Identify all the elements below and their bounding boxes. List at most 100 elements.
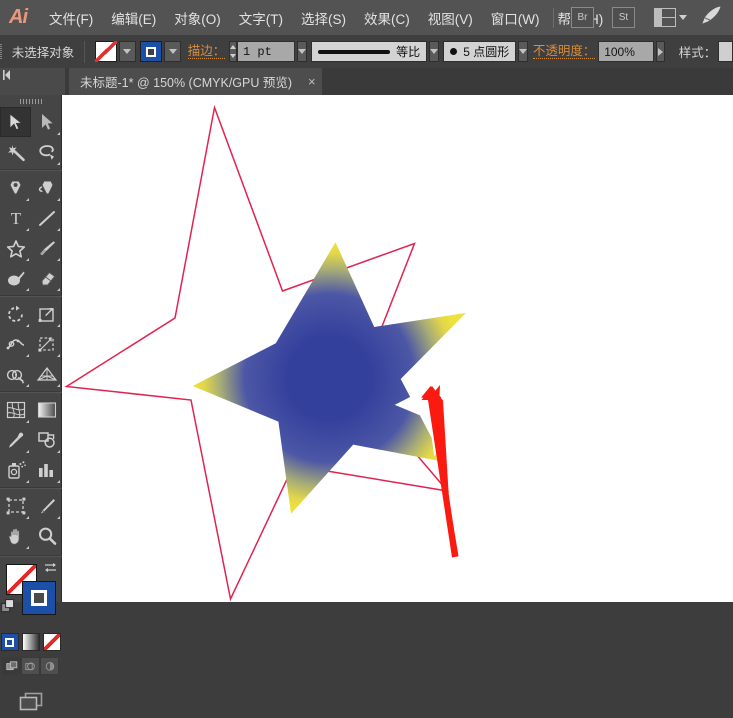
artboard-canvas[interactable]	[62, 95, 733, 602]
fill-swatch-dropdown[interactable]	[119, 41, 136, 62]
color-mode-button[interactable]	[1, 633, 19, 651]
menu-object[interactable]: 对象(O)	[165, 0, 230, 35]
mesh-tool[interactable]	[0, 395, 31, 425]
eraser-tool[interactable]	[31, 263, 62, 293]
draw-behind-button[interactable]	[21, 657, 40, 675]
menu-type[interactable]: 文字(T)	[230, 0, 292, 35]
stroke-weight-stepper[interactable]	[229, 41, 237, 62]
brush-definition-dropdown[interactable]	[518, 41, 528, 62]
control-bar: 未选择对象 描边： 1 pt 等比 5 点圆形	[0, 35, 733, 69]
opacity-input[interactable]: 100%	[598, 41, 654, 62]
gradient-tool[interactable]	[31, 395, 62, 425]
curvature-pen-tool[interactable]	[31, 173, 62, 203]
menu-divider	[553, 8, 554, 28]
chevron-down-icon	[169, 49, 177, 54]
stepper-down-icon	[230, 54, 236, 58]
zoom-tool[interactable]	[31, 521, 62, 551]
app-logo: Ai	[0, 0, 36, 35]
stroke-label[interactable]: 描边：	[188, 44, 226, 59]
shape-builder-tool[interactable]	[0, 359, 31, 389]
menu-window[interactable]: 窗口(W)	[482, 0, 549, 35]
paint-mode-row	[0, 633, 61, 651]
symbol-sprayer-tool[interactable]	[0, 455, 31, 485]
brush-dot-icon	[450, 48, 457, 55]
toolbox-panel: T	[0, 95, 62, 602]
close-icon[interactable]: ×	[308, 74, 316, 89]
illustrator-window: Ai 文件(F) 编辑(E) 对象(O) 文字(T) 选择(S) 效果(C) 视…	[0, 0, 733, 602]
document-tab[interactable]: 未标题-1* @ 150% (CMYK/GPU 预览) ×	[69, 68, 322, 95]
column-graph-tool[interactable]	[31, 455, 62, 485]
slice-tool[interactable]	[31, 491, 62, 521]
pen-tool[interactable]	[0, 173, 31, 203]
rocket-icon[interactable]	[701, 5, 723, 30]
shaper-tool[interactable]	[0, 263, 31, 293]
lasso-tool[interactable]	[31, 137, 62, 167]
width-tool[interactable]	[0, 329, 31, 359]
tool-divider	[0, 487, 62, 489]
hand-tool[interactable]	[0, 521, 31, 551]
none-mode-button[interactable]	[43, 633, 61, 651]
control-bar-grip[interactable]	[0, 35, 3, 68]
brush-definition-combo[interactable]: 5 点圆形	[443, 41, 516, 62]
scale-tool[interactable]	[31, 299, 62, 329]
tool-grid: T	[0, 107, 62, 551]
stroke-weight-input[interactable]: 1 pt	[237, 41, 295, 62]
collapse-panel-button[interactable]	[3, 70, 17, 80]
selection-tool[interactable]	[0, 107, 31, 137]
screen-mode-button[interactable]	[17, 689, 45, 718]
toolbox-grip[interactable]	[0, 95, 61, 107]
style-swatch[interactable]	[718, 41, 733, 62]
stroke-weight-dropdown[interactable]	[297, 41, 307, 62]
tool-divider	[0, 391, 62, 393]
perspective-grid-tool[interactable]	[31, 359, 62, 389]
toolbox-stroke-swatch[interactable]	[22, 581, 56, 615]
stroke-swatch[interactable]	[140, 41, 162, 62]
stroke-profile-dropdown[interactable]	[429, 41, 439, 62]
chevron-down-icon	[519, 49, 527, 54]
paintbrush-tool[interactable]	[31, 233, 62, 263]
rotate-tool[interactable]	[0, 299, 31, 329]
blend-tool[interactable]	[31, 425, 62, 455]
document-tab-title: 未标题-1* @ 150% (CMYK/GPU 预览)	[80, 72, 292, 91]
line-segment-tool[interactable]	[31, 203, 62, 233]
draw-normal-button[interactable]	[2, 657, 21, 675]
opacity-flyout-button[interactable]	[656, 41, 665, 62]
star-blend-object[interactable]	[193, 242, 505, 514]
shape-star-tool[interactable]	[0, 233, 31, 263]
stroke-swatch-group	[140, 41, 181, 62]
eyedropper-tool[interactable]	[0, 425, 31, 455]
menu-edit[interactable]: 编辑(E)	[102, 0, 165, 35]
menu-select[interactable]: 选择(S)	[292, 0, 355, 35]
direct-selection-tool[interactable]	[31, 107, 62, 137]
type-tool[interactable]: T	[0, 203, 31, 233]
chevron-right-icon	[658, 48, 663, 56]
magic-wand-tool[interactable]	[0, 137, 31, 167]
gradient-mode-button[interactable]	[22, 633, 40, 651]
opacity-label[interactable]: 不透明度：	[533, 44, 596, 59]
tool-divider	[0, 295, 62, 297]
chevron-down-icon	[430, 49, 438, 54]
stroke-swatch-dropdown[interactable]	[164, 41, 181, 62]
selection-status: 未选择对象	[12, 42, 75, 61]
fill-swatch[interactable]	[95, 41, 117, 62]
workspace-switcher[interactable]	[648, 8, 687, 27]
fill-stroke-control	[0, 559, 62, 631]
menu-file[interactable]: 文件(F)	[40, 0, 102, 35]
menu-view[interactable]: 视图(V)	[419, 0, 482, 35]
stroke-profile-combo[interactable]: 等比	[311, 41, 427, 62]
menu-bar: Ai 文件(F) 编辑(E) 对象(O) 文字(T) 选择(S) 效果(C) 视…	[0, 0, 733, 35]
free-transform-tool[interactable]	[31, 329, 62, 359]
stroke-profile-icon	[318, 50, 390, 54]
menu-effect[interactable]: 效果(C)	[355, 0, 419, 35]
draw-inside-button[interactable]	[40, 657, 59, 675]
artboard-tool[interactable]	[0, 491, 31, 521]
stock-button[interactable]: St	[612, 7, 635, 28]
default-fill-stroke-icon[interactable]	[1, 599, 17, 619]
fill-swatch-group	[95, 41, 136, 62]
artwork-svg	[62, 95, 733, 602]
swap-fill-stroke-icon[interactable]	[44, 561, 57, 579]
bridge-button[interactable]: Br	[571, 7, 594, 28]
chevron-down-icon	[123, 49, 131, 54]
style-label: 样式：	[679, 42, 717, 61]
chevron-down-icon	[298, 49, 306, 54]
